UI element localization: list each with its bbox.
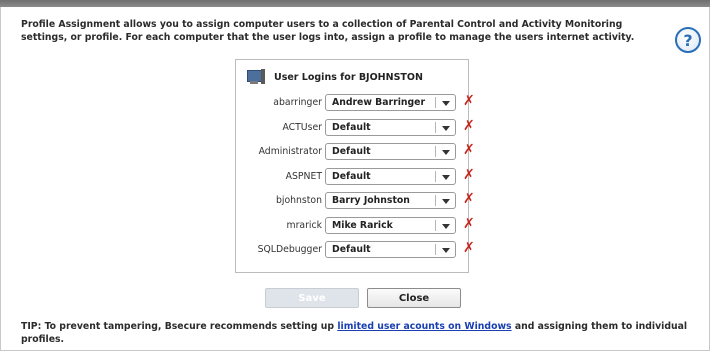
close-button[interactable]: Close <box>367 288 461 308</box>
delete-icon[interactable]: ✗ <box>463 93 475 109</box>
profile-select[interactable]: Default <box>325 143 456 160</box>
user-logins-title: User Logins for BJOHNSTON <box>274 71 423 83</box>
profile-value: Andrew Barringer <box>332 97 426 108</box>
delete-icon[interactable]: ✗ <box>463 240 475 256</box>
profile-select[interactable]: Barry Johnston <box>325 192 456 209</box>
profile-select[interactable]: Andrew Barringer <box>325 94 456 111</box>
user-row: bjohnston Barry Johnston ✗ <box>236 191 475 210</box>
profile-select[interactable]: Default <box>325 167 456 185</box>
profile-value: Default <box>332 146 371 157</box>
user-row: SQLDebugger Default ✗ <box>236 240 475 259</box>
delete-icon[interactable]: ✗ <box>463 142 475 158</box>
chevron-down-icon <box>442 150 450 155</box>
save-button[interactable]: Save <box>265 288 359 308</box>
limited-accounts-link[interactable]: limited user acounts on Windows <box>337 321 511 332</box>
user-name: bjohnston <box>275 195 322 206</box>
chevron-down-icon <box>442 125 450 131</box>
tip-text: TIP: To prevent tampering, Bsecure recom… <box>21 320 701 346</box>
help-icon[interactable]: ? <box>675 27 701 53</box>
user-name: Administrator <box>258 146 322 157</box>
profile-value: Default <box>332 244 371 255</box>
user-row: mrarick Mike Rarick ✗ <box>236 216 475 235</box>
user-logins-header: User Logins for BJOHNSTON <box>246 68 423 86</box>
user-logins-box: User Logins for BJOHNSTON abarringer And… <box>235 59 475 273</box>
chevron-down-icon <box>442 101 450 106</box>
user-row: ACTUser Default ✗ <box>236 118 475 137</box>
user-row: abarringer Andrew Barringer ✗ <box>236 93 475 112</box>
chevron-down-icon <box>442 174 450 180</box>
delete-icon[interactable]: ✗ <box>463 191 475 207</box>
user-name: SQLDebugger <box>257 244 322 255</box>
profile-select[interactable]: Default <box>325 118 456 136</box>
chevron-down-icon <box>442 199 450 204</box>
chevron-down-icon <box>442 223 450 229</box>
computer-icon <box>246 69 266 85</box>
user-row: Administrator Default ✗ <box>236 142 475 161</box>
user-name: mrarick <box>286 219 322 231</box>
tip-prefix: TIP: To prevent tampering, Bsecure recom… <box>21 321 338 332</box>
profile-value: Mike Rarick <box>332 219 393 231</box>
profile-value: Barry Johnston <box>332 195 410 206</box>
profile-value: Default <box>332 121 371 133</box>
profile-select[interactable]: Default <box>325 241 456 258</box>
user-name: abarringer <box>273 97 322 108</box>
chevron-down-icon <box>442 248 450 253</box>
top-bar <box>0 0 710 7</box>
intro-text: Profile Assignment allows you to assign … <box>21 19 635 43</box>
user-name: ACTUser <box>282 121 322 133</box>
user-name: ASPNET <box>285 170 322 182</box>
delete-icon[interactable]: ✗ <box>463 167 475 183</box>
profile-value: Default <box>332 170 371 182</box>
profile-select[interactable]: Mike Rarick <box>325 216 456 234</box>
user-row: ASPNET Default ✗ <box>236 167 475 186</box>
delete-icon[interactable]: ✗ <box>463 118 475 134</box>
delete-icon[interactable]: ✗ <box>463 216 475 232</box>
